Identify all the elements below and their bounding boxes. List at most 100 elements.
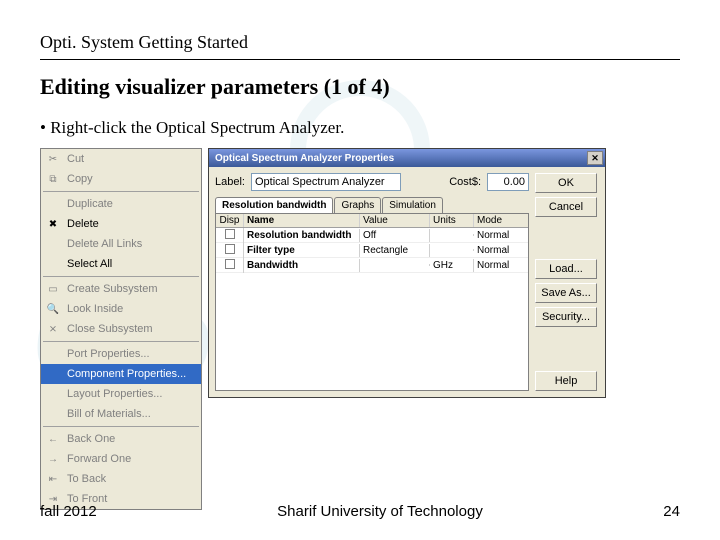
menu-label: Select All [67,258,112,270]
menu-item-duplicate: Duplicate [41,194,201,214]
label-field-label: Label: [215,176,245,188]
menu-label: Create Subsystem [67,283,157,295]
checkbox-icon[interactable] [225,259,235,269]
menu-icon: ⨯ [45,321,61,337]
cancel-button[interactable]: Cancel [535,197,597,217]
menu-label: Forward One [67,453,131,465]
menu-label: Copy [67,173,93,185]
cell-mode: Normal [474,244,522,257]
menu-item-component-properties[interactable]: Component Properties... [41,364,201,384]
menu-item-layout-properties: Layout Properties... [41,384,201,404]
menu-label: To Back [67,473,106,485]
menu-label: Component Properties... [67,368,186,380]
menu-item-cut: ✂ Cut [41,149,201,169]
col-mode: Mode [474,214,522,227]
cell-name: Resolution bandwidth [244,229,360,242]
menu-icon: ⇤ [45,471,61,487]
menu-item-look-inside: 🔍 Look Inside [41,299,201,319]
cell-name: Filter type [244,244,360,257]
footer-center: Sharif University of Technology [277,503,483,520]
menu-item-delete-all-links: Delete All Links [41,234,201,254]
cell-value[interactable] [360,264,430,266]
menu-label: Look Inside [67,303,123,315]
cell-value[interactable]: Rectangle [360,244,430,257]
cost-input[interactable] [487,173,529,191]
cell-units: GHz [430,259,474,272]
menu-item-close-subsystem: ⨯ Close Subsystem [41,319,201,339]
tab-resolution-bandwidth[interactable]: Resolution bandwidth [215,197,333,213]
help-button[interactable]: Help [535,371,597,391]
cost-label: Cost$: [449,176,481,188]
menu-item-select-all[interactable]: Select All [41,254,201,274]
tab-simulation[interactable]: Simulation [382,197,443,213]
context-menu: ✂ Cut ⧉ Copy Duplicate ✖ Delete Delete All Link… [40,148,202,510]
menu-separator [43,191,199,192]
menu-label: Bill of Materials... [67,408,151,420]
slide-footer: fall 2012 Sharif University of Technolog… [40,503,680,520]
table-row[interactable]: Filter typeRectangle Normal [216,243,528,258]
menu-icon: ← [45,431,61,447]
menu-separator [43,276,199,277]
footer-left: fall 2012 [40,503,97,520]
cell-value[interactable]: Off [360,229,430,242]
col-disp: Disp [216,214,244,227]
col-value: Value [360,214,430,227]
instruction-bullet: Right-click the Optical Spectrum Analyze… [40,118,680,138]
menu-label: Close Subsystem [67,323,153,335]
tab-graphs[interactable]: Graphs [334,197,381,213]
menu-item-delete[interactable]: ✖ Delete [41,214,201,234]
tab-bar: Resolution bandwidthGraphsSimulation [215,197,529,213]
menu-label: Delete All Links [67,238,142,250]
menu-label: Delete [67,218,99,230]
menu-item-copy: ⧉ Copy [41,169,201,189]
menu-icon [45,346,61,362]
menu-item-to-back: ⇤ To Back [41,469,201,489]
menu-icon [45,196,61,212]
menu-separator [43,341,199,342]
menu-icon [45,256,61,272]
col-name: Name [244,214,360,227]
menu-label: Duplicate [67,198,113,210]
divider [40,59,680,60]
menu-icon: 🔍 [45,301,61,317]
ok-button[interactable]: OK [535,173,597,193]
grid-header: Disp Name Value Units Mode [216,214,528,228]
menu-icon [45,386,61,402]
menu-label: Layout Properties... [67,388,162,400]
close-icon[interactable]: ✕ [587,151,603,165]
menu-icon [45,406,61,422]
footer-right: 24 [663,503,680,520]
col-units: Units [430,214,474,227]
menu-icon: ⧉ [45,171,61,187]
checkbox-icon[interactable] [225,244,235,254]
menu-label: Cut [67,153,84,165]
table-row[interactable]: BandwidthGHzNormal [216,258,528,273]
save-as-button[interactable]: Save As... [535,283,597,303]
checkbox-icon[interactable] [225,229,235,239]
dialog-title: Optical Spectrum Analyzer Properties [215,153,394,164]
menu-item-port-properties: Port Properties... [41,344,201,364]
doc-title: Opti. System Getting Started [40,32,680,53]
menu-item-create-subsystem: ▭ Create Subsystem [41,279,201,299]
menu-icon: ✖ [45,216,61,232]
cell-name: Bandwidth [244,259,360,272]
security-button[interactable]: Security... [535,307,597,327]
menu-icon [45,366,61,382]
cell-units [430,249,474,251]
dialog-titlebar[interactable]: Optical Spectrum Analyzer Properties ✕ [209,149,605,167]
menu-label: Back One [67,433,115,445]
menu-item-forward-one: → Forward One [41,449,201,469]
menu-icon: → [45,451,61,467]
menu-icon: ✂ [45,151,61,167]
parameter-grid[interactable]: Disp Name Value Units Mode Resolution ba… [215,213,529,391]
cell-mode: Normal [474,229,522,242]
cell-units [430,234,474,236]
properties-dialog: Optical Spectrum Analyzer Properties ✕ L… [208,148,606,398]
table-row[interactable]: Resolution bandwidthOff Normal [216,228,528,243]
menu-icon: ▭ [45,281,61,297]
menu-separator [43,426,199,427]
menu-item-back-one: ← Back One [41,429,201,449]
load-button[interactable]: Load... [535,259,597,279]
label-input[interactable] [251,173,401,191]
menu-label: Port Properties... [67,348,150,360]
